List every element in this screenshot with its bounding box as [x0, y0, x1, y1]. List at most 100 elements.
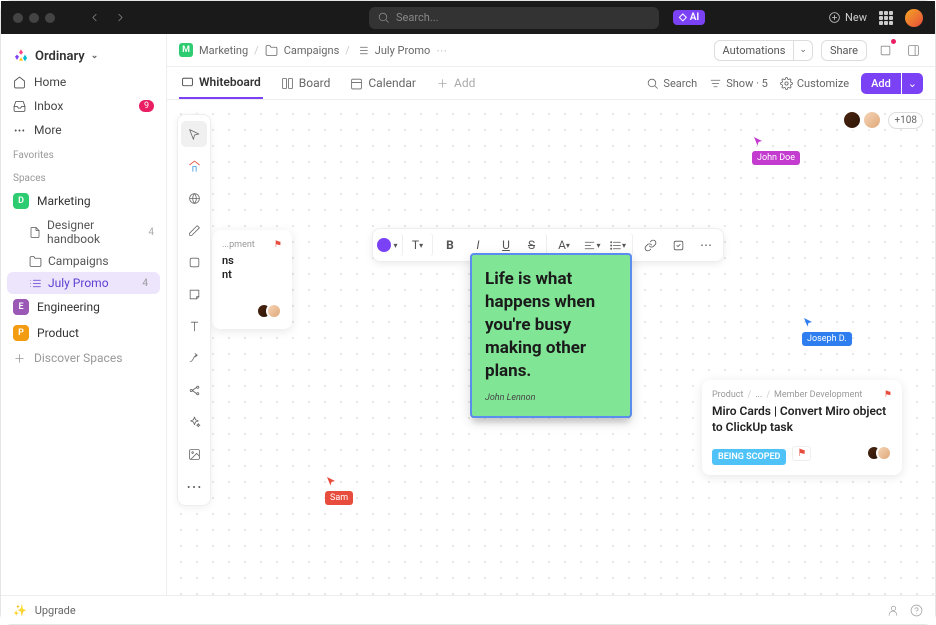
ai-button[interactable]: ◇ AI — [673, 10, 705, 25]
space-color-icon: E — [13, 299, 29, 315]
add-task-dropdown[interactable]: ⌄ — [902, 73, 923, 94]
folder-icon — [265, 44, 278, 57]
close-window[interactable] — [13, 13, 23, 23]
ai-tool[interactable] — [181, 409, 207, 435]
tab-calendar[interactable]: Calendar — [348, 67, 418, 99]
card-breadcrumb: Product/ .../ Member Development ⚑ — [712, 390, 892, 400]
fill-color-picker[interactable]: ▾ — [377, 233, 403, 257]
automations-dropdown[interactable]: ⌄ — [794, 40, 813, 61]
whiteboard-toolbox: ⋯ — [177, 114, 211, 506]
view-tabs: Whiteboard Board Calendar Add Search Sho… — [167, 67, 935, 100]
task-card[interactable]: ...pment⚑ nsnt — [212, 230, 292, 329]
remote-cursor-john: John Doe — [752, 136, 800, 165]
tab-board[interactable]: Board — [279, 67, 333, 99]
card-title: Miro Cards | Convert Miro object to Clic… — [712, 404, 892, 435]
notifications-icon[interactable] — [875, 40, 895, 60]
toolbar-more-icon[interactable]: ⋯ — [693, 233, 719, 257]
whiteboard-canvas[interactable]: +108 ...pment⚑ nsnt ▾ T▾ B I U S A▾ ▾ ▾ — [167, 100, 935, 595]
nav-forward[interactable] — [109, 7, 131, 29]
sidebar-space-marketing[interactable]: D Marketing — [1, 188, 166, 214]
breadcrumb-list[interactable]: July Promo — [375, 44, 431, 57]
select-tool[interactable] — [181, 121, 207, 147]
collaborators-more[interactable]: +108 — [888, 112, 923, 129]
sidebar-inbox[interactable]: Inbox 9 — [1, 94, 166, 118]
flag-icon[interactable]: ⚑ — [792, 446, 811, 461]
collaborator-avatar[interactable] — [862, 110, 882, 130]
workspace-logo-icon — [13, 48, 29, 64]
bold-button[interactable]: B — [437, 233, 463, 257]
sidebar-space-engineering[interactable]: E Engineering — [1, 294, 166, 320]
new-button[interactable]: New — [828, 11, 867, 24]
view-customize[interactable]: Customize — [780, 77, 849, 90]
inbox-count-badge: 9 — [139, 100, 154, 112]
gear-icon — [780, 77, 793, 90]
panel-toggle-icon[interactable] — [903, 40, 923, 60]
sidebar-home[interactable]: Home — [1, 70, 166, 94]
sidebar-item-designer-handbook[interactable]: Designer handbook 4 — [1, 214, 166, 250]
sidebar-space-product[interactable]: P Product — [1, 320, 166, 346]
view-show-filter[interactable]: Show · 5 — [709, 77, 768, 90]
connector-tool[interactable] — [181, 345, 207, 371]
link-button[interactable] — [637, 233, 663, 257]
user-avatar[interactable] — [905, 9, 923, 27]
text-tool[interactable] — [181, 313, 207, 339]
priority-icon: ⚑ — [884, 390, 892, 400]
text-style-dropdown[interactable]: T▾ — [407, 233, 433, 257]
status-badge[interactable]: BEING SCOPED — [712, 449, 786, 465]
sidebar-item-campaigns[interactable]: Campaigns — [1, 250, 166, 272]
priority-icon: ⚑ — [274, 240, 282, 250]
convert-task-button[interactable] — [665, 233, 691, 257]
share-button[interactable]: Share — [821, 40, 867, 61]
sticky-text[interactable]: Life is what happens when you're busy ma… — [485, 268, 617, 383]
search-placeholder: Search... — [396, 11, 439, 24]
minimize-window[interactable] — [29, 13, 39, 23]
tab-whiteboard[interactable]: Whiteboard — [179, 67, 263, 99]
sidebar-item-july-promo[interactable]: July Promo 4 — [7, 272, 160, 294]
shape-tool[interactable] — [181, 249, 207, 275]
workspace-switcher[interactable]: Ordinary ⌄ — [1, 42, 166, 70]
window-controls — [13, 13, 55, 23]
breadcrumb-more-icon[interactable]: ⋯ — [436, 44, 447, 57]
remote-cursor-sam: Sam — [325, 476, 353, 505]
home-tool[interactable] — [181, 153, 207, 179]
search-icon — [646, 77, 659, 90]
maximize-window[interactable] — [45, 13, 55, 23]
tab-add-view[interactable]: Add — [434, 67, 477, 99]
collaborator-avatar[interactable] — [842, 110, 862, 130]
task-card[interactable]: Product/ .../ Member Development ⚑ Miro … — [702, 380, 902, 475]
inbox-icon — [13, 100, 26, 113]
collaborators: +108 — [848, 110, 923, 130]
plus-icon — [13, 352, 26, 365]
sidebar-discover-spaces[interactable]: Discover Spaces — [1, 346, 166, 370]
sticky-note[interactable]: Life is what happens when you're busy ma… — [470, 253, 632, 418]
toolbox-more[interactable]: ⋯ — [181, 473, 207, 499]
upgrade-link[interactable]: Upgrade — [35, 604, 76, 617]
filter-icon — [709, 77, 722, 90]
help-icon[interactable] — [910, 604, 923, 617]
sidebar-spaces-header: Spaces — [1, 165, 166, 188]
person-icon[interactable] — [887, 604, 900, 617]
apps-grid-icon[interactable] — [879, 11, 893, 25]
image-tool[interactable] — [181, 441, 207, 467]
space-color-icon: D — [13, 193, 29, 209]
web-tool[interactable] — [181, 185, 207, 211]
sticky-tool[interactable] — [181, 281, 207, 307]
sidebar-favorites-header: Favorites — [1, 142, 166, 165]
pen-tool[interactable] — [181, 217, 207, 243]
breadcrumb-bar: M Marketing / Campaigns / July Promo ⋯ A… — [167, 34, 935, 67]
calendar-icon — [350, 77, 363, 90]
sidebar-more[interactable]: More — [1, 118, 166, 142]
upgrade-icon: ✨ — [13, 604, 27, 617]
list-icon — [356, 44, 369, 57]
nav-back[interactable] — [83, 7, 105, 29]
mindmap-tool[interactable] — [181, 377, 207, 403]
doc-icon — [29, 226, 41, 239]
search-icon — [377, 11, 390, 24]
automations-button[interactable]: Automations — [714, 40, 795, 61]
view-search[interactable]: Search — [646, 77, 697, 90]
breadcrumb-space[interactable]: Marketing — [199, 44, 248, 57]
global-search[interactable]: Search... — [369, 7, 659, 29]
add-task-button[interactable]: Add — [861, 73, 901, 94]
breadcrumb-folder[interactable]: Campaigns — [284, 44, 340, 57]
plus-icon — [436, 77, 449, 90]
